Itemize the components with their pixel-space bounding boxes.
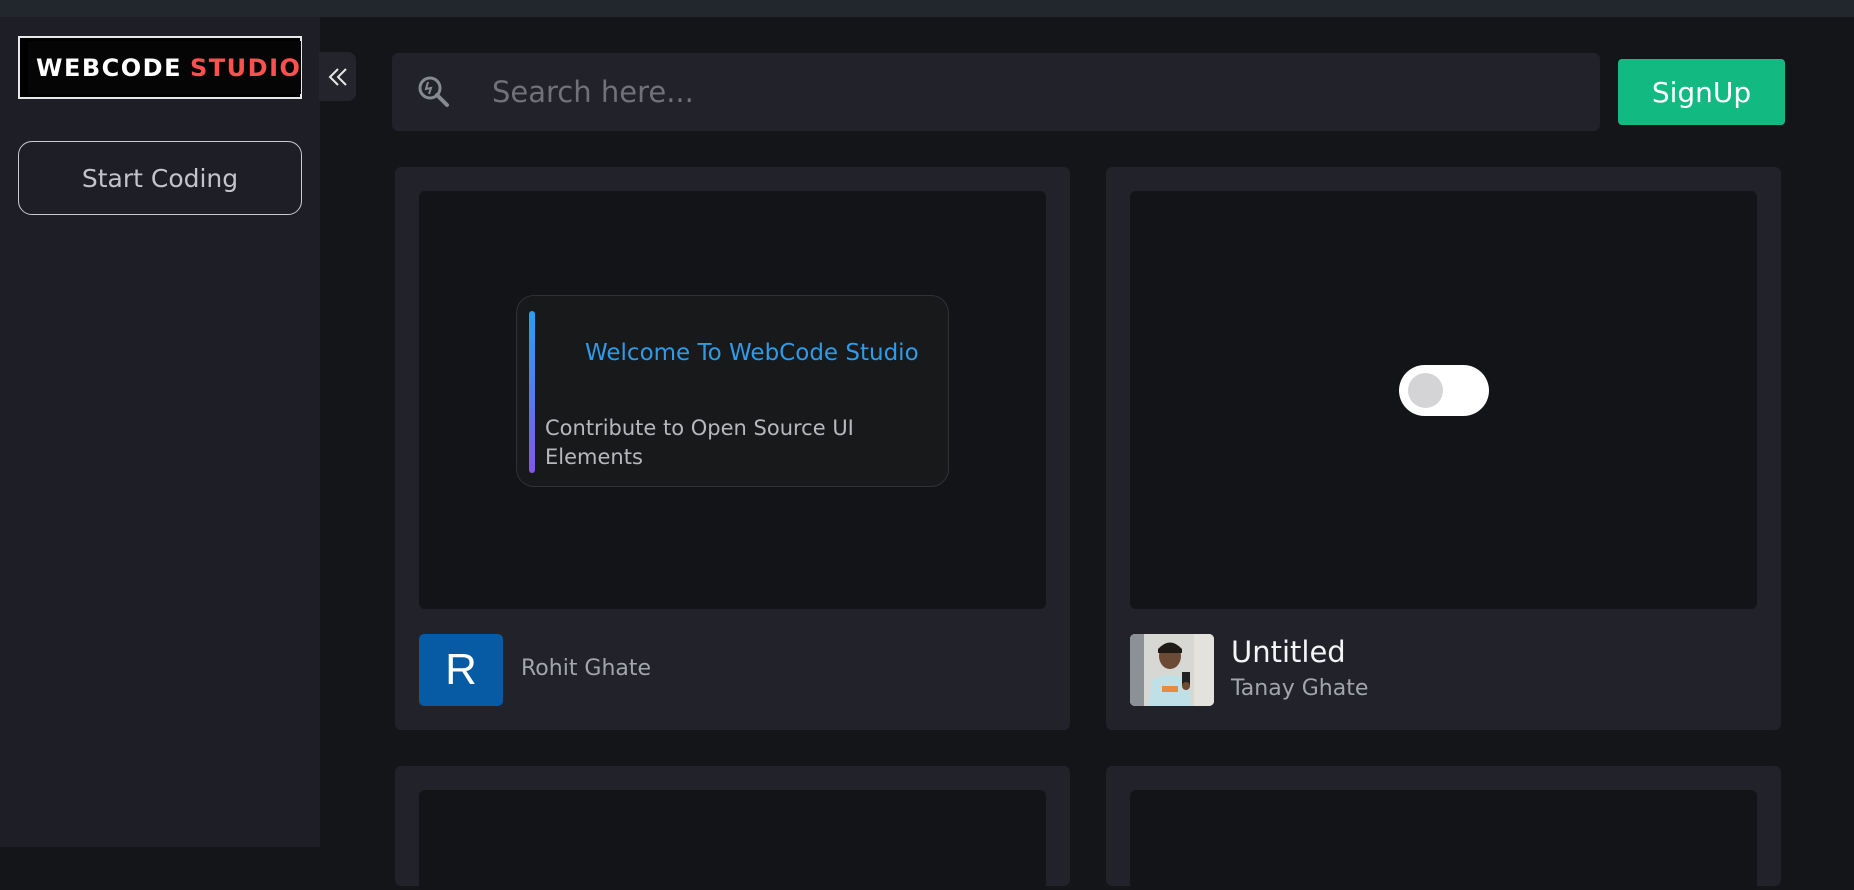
card-author[interactable]: Tanay Ghate — [1231, 676, 1368, 701]
welcome-subtitle: Contribute to Open Source UI Elements — [545, 416, 854, 469]
toggle-switch[interactable] — [1399, 365, 1489, 416]
logo-text-webcode: WEBCODE — [36, 53, 182, 82]
search-icon — [418, 76, 449, 107]
search-bar — [392, 53, 1600, 131]
logo-mark: WEBCODE STUDIO — [28, 41, 302, 94]
double-chevron-left-icon — [328, 67, 347, 86]
project-card[interactable] — [1106, 766, 1781, 890]
welcome-card: Welcome To WebCode Studio Contribute to … — [516, 295, 949, 487]
accent-bar — [529, 311, 535, 473]
collapse-sidebar-button[interactable] — [319, 52, 356, 101]
avatar[interactable]: R — [419, 634, 503, 706]
search-input[interactable] — [454, 75, 1600, 109]
start-coding-button[interactable]: Start Coding — [18, 141, 302, 215]
avatar-letter: R — [445, 645, 477, 694]
logo-text-studio: STUDIO — [190, 53, 302, 82]
project-preview[interactable] — [1130, 790, 1757, 890]
project-card[interactable]: Untitled Tanay Ghate — [1106, 167, 1781, 730]
signup-button[interactable]: SignUp — [1618, 59, 1785, 125]
avatar[interactable] — [1130, 634, 1214, 706]
card-author[interactable]: Rohit Ghate — [521, 656, 651, 681]
top-strip — [0, 0, 1854, 17]
logo[interactable]: WEBCODE STUDIO — [18, 36, 302, 99]
card-title[interactable]: Untitled — [1231, 635, 1346, 669]
toggle-knob — [1408, 373, 1443, 408]
project-preview[interactable] — [419, 790, 1046, 890]
project-preview[interactable] — [1130, 191, 1757, 609]
project-card[interactable]: Welcome To WebCode Studio Contribute to … — [395, 167, 1070, 730]
project-card[interactable] — [395, 766, 1070, 890]
avatar-photo-icon — [1130, 634, 1214, 706]
project-preview[interactable]: Welcome To WebCode Studio Contribute to … — [419, 191, 1046, 609]
welcome-title: Welcome To WebCode Studio — [585, 340, 919, 366]
